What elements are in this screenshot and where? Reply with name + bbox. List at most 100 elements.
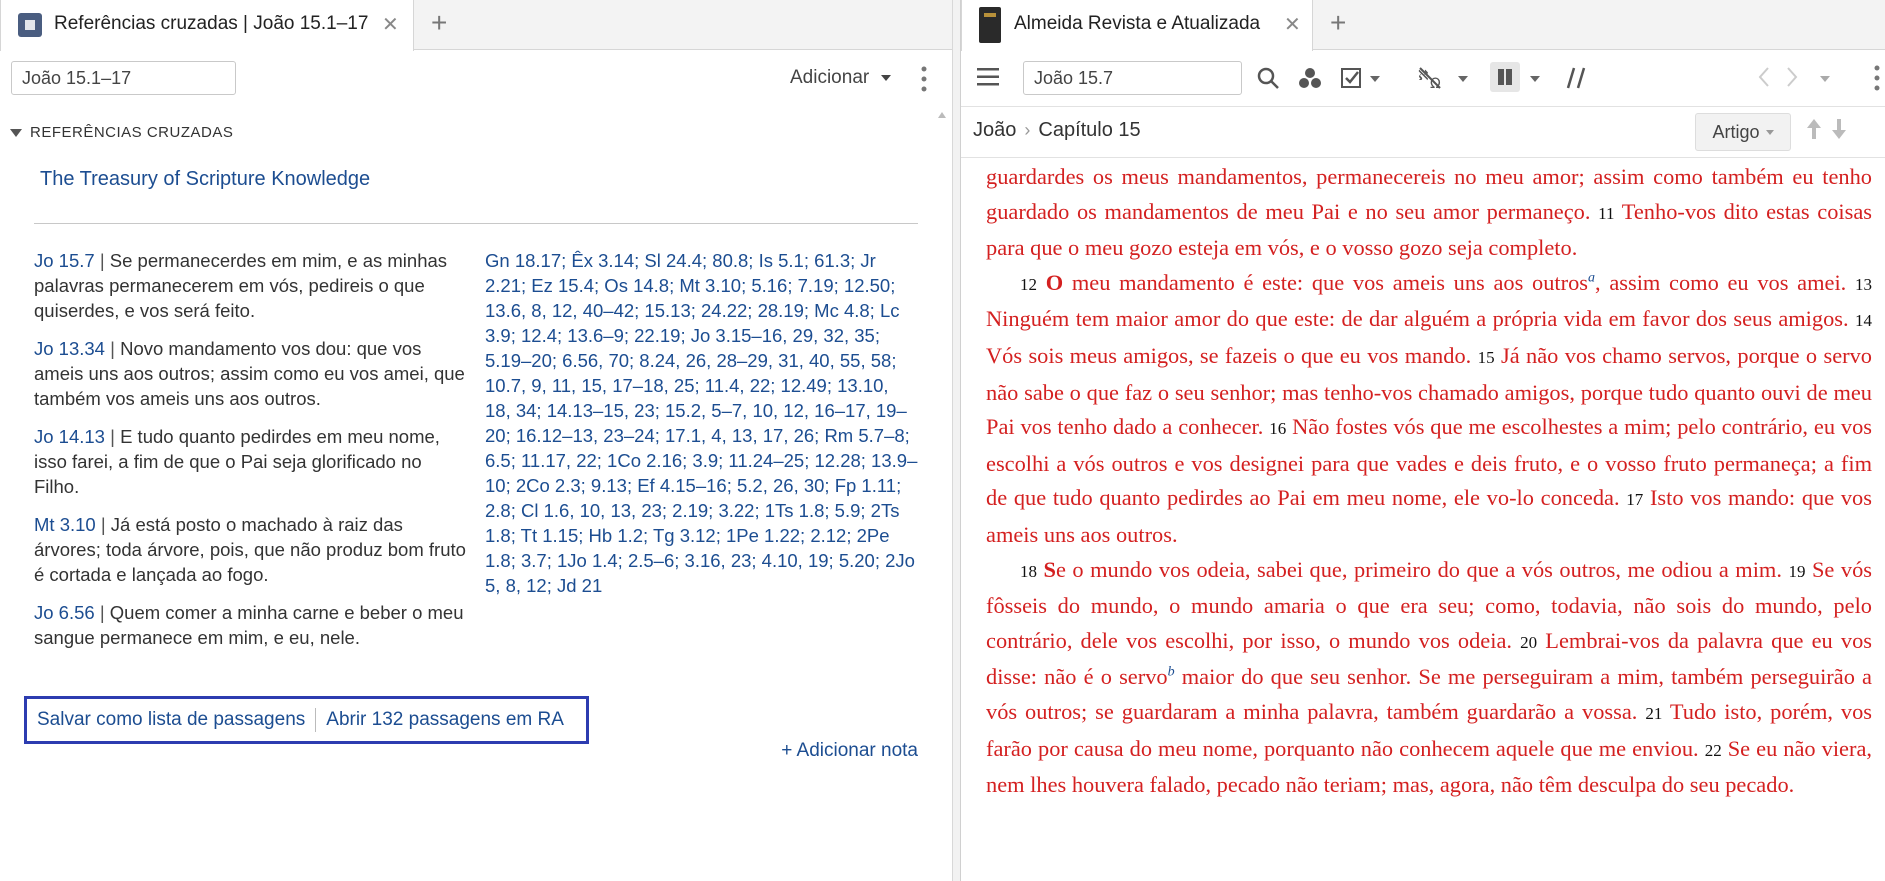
divider (961, 157, 1885, 158)
panel-icon (18, 13, 42, 37)
reference-input[interactable]: João 15.1–17 (11, 61, 236, 95)
interlinear-icon[interactable]: ℵΩ (1418, 66, 1444, 95)
drop-letter: S (1043, 556, 1056, 582)
more-options-icon[interactable] (921, 66, 927, 92)
scroll-up-icon[interactable] (938, 112, 946, 118)
verse-text: , assim como eu vos amei. (1595, 269, 1847, 295)
close-icon[interactable]: ✕ (1284, 12, 1301, 37)
add-tab-icon[interactable]: + (431, 9, 447, 37)
list-item: Jo 14.13 | E tudo quanto pedirdes em meu… (34, 424, 472, 499)
parallel-view-icon[interactable] (1490, 62, 1520, 92)
reference-text: Quem comer a minha carne e beber o meu s… (34, 602, 464, 648)
arrow-up-icon[interactable] (1806, 118, 1822, 146)
list-item: Mt 3.10 | Já está posto o machado à raiz… (34, 512, 472, 587)
separator: | (99, 602, 105, 623)
verse-number[interactable]: 15 (1478, 348, 1495, 367)
verse-number[interactable]: 22 (1705, 741, 1722, 760)
tab-bible[interactable]: Almeida Revista e Atualizada ✕ (961, 0, 1313, 51)
verse-text: Vós sois meus amigos, se fazeis o que eu… (986, 342, 1472, 368)
menu-icon[interactable] (977, 68, 999, 91)
verse-number[interactable]: 11 (1598, 204, 1614, 223)
bible-text: guardardes os meus mandamentos, permanec… (986, 160, 1872, 803)
breadcrumb: João › Capítulo 15 (973, 119, 1141, 142)
right-tab-strip: Almeida Revista e Atualizada ✕ + (961, 0, 1885, 51)
verse-number[interactable]: 20 (1520, 633, 1537, 652)
collapse-triangle-icon (10, 128, 22, 137)
more-options-icon[interactable] (1874, 65, 1880, 96)
section-header-label: REFERÊNCIAS CRUZADAS (30, 124, 234, 141)
close-icon[interactable]: ✕ (382, 12, 399, 37)
reference-link[interactable]: Jo 13.34 (34, 338, 105, 359)
drop-letter: O (1045, 269, 1064, 295)
section-header[interactable]: REFERÊNCIAS CRUZADAS (10, 124, 233, 141)
reference-text: Se permanecerdes em mim, e as minhas pal… (34, 250, 448, 321)
tab-cross-references[interactable]: Referências cruzadas | João 15.1–17 ✕ (0, 0, 414, 51)
tab-title: Almeida Revista e Atualizada (1014, 13, 1261, 34)
reference-link[interactable]: Jo 15.7 (34, 250, 95, 271)
breadcrumb-book[interactable]: João (973, 119, 1016, 142)
chevron-down-icon[interactable] (1458, 76, 1468, 82)
list-item: Jo 6.56 | Quem comer a minha carne e beb… (34, 600, 472, 650)
reference-input[interactable]: João 15.7 (1023, 61, 1242, 95)
verse-number[interactable]: 16 (1269, 419, 1286, 438)
reference-link[interactable]: Jo 6.56 (34, 602, 95, 623)
chevron-down-icon[interactable] (1370, 76, 1380, 82)
separator: | (100, 514, 106, 535)
arrow-down-icon[interactable] (1831, 118, 1847, 146)
cross-reference-list: Jo 15.7 | Se permanecerdes em mim, e as … (34, 248, 472, 663)
view-mode-button[interactable]: Artigo (1695, 113, 1791, 151)
add-button[interactable]: Adicionar (790, 67, 891, 89)
list-item: Jo 13.34 | Novo mandamento vos dou: que … (34, 336, 472, 411)
pane-splitter[interactable] (953, 0, 961, 881)
verse-number[interactable]: 18 (1020, 562, 1037, 581)
add-note-button[interactable]: + Adicionar nota (781, 740, 918, 762)
verse-text: e o mundo vos odeia, sabei que, primeiro… (1055, 556, 1782, 582)
verse-number[interactable]: 21 (1645, 704, 1662, 723)
chevron-down-icon (1765, 129, 1774, 135)
breadcrumb-chapter[interactable]: Capítulo 15 (1038, 119, 1140, 142)
separator: | (110, 338, 115, 359)
paragraph: 12 O meu mandamento é este: que vos amei… (986, 266, 1872, 553)
forward-arrow-icon[interactable] (1786, 66, 1798, 93)
verse-number[interactable]: 12 (1020, 275, 1037, 294)
reading-plan-icon[interactable] (1340, 66, 1364, 95)
chevron-down-icon[interactable] (1530, 76, 1540, 82)
back-arrow-icon[interactable] (1758, 66, 1770, 93)
passage-actions: Salvar como lista de passagens Abrir 132… (24, 696, 589, 744)
reference-link[interactable]: Jo 14.13 (34, 426, 105, 447)
footnote-marker[interactable]: a (1588, 270, 1595, 285)
breadcrumb-separator: › (1024, 120, 1031, 140)
bible-toolbar: João 15.7 ℵΩ (961, 51, 1885, 107)
save-passage-list-button[interactable]: Salvar como lista de passagens (27, 709, 315, 731)
left-tab-strip: Referências cruzadas | João 15.1–17 ✕ + (0, 0, 952, 51)
separator: | (110, 426, 115, 447)
paragraph: guardardes os meus mandamentos, permanec… (986, 160, 1872, 266)
footnote-marker[interactable]: b (1168, 665, 1175, 680)
divider (34, 223, 918, 224)
verse-text: Ninguém tem maior amor do que este: de d… (986, 306, 1849, 332)
paragraph: 18 Se o mundo vos odeia, sabei que, prim… (986, 553, 1872, 803)
list-item: Jo 15.7 | Se permanecerdes em mim, e as … (34, 248, 472, 323)
verse-number[interactable]: 19 (1788, 562, 1805, 581)
reference-link[interactable]: Mt 3.10 (34, 514, 96, 535)
source-title-link[interactable]: The Treasury of Scripture Knowledge (40, 168, 370, 191)
visual-filters-icon[interactable] (1298, 66, 1322, 95)
chevron-down-icon (880, 74, 891, 81)
reference-block-links[interactable]: Gn 18.17; Êx 3.14; Sl 24.4; 80.8; Is 5.1… (485, 248, 918, 598)
view-mode-label: Artigo (1712, 121, 1760, 142)
verse-number[interactable]: 13 (1855, 275, 1872, 294)
separator: | (99, 250, 105, 271)
verse-number[interactable]: 14 (1855, 311, 1872, 330)
tab-title: Referências cruzadas | João 15.1–17 (54, 13, 369, 34)
verse-number[interactable]: 17 (1626, 490, 1643, 509)
verse-text: meu mandamento é este: que vos ameis uns… (1063, 269, 1589, 295)
search-icon[interactable] (1256, 66, 1280, 95)
history-dropdown-icon[interactable] (1820, 76, 1830, 82)
parallel-resources-icon[interactable] (1565, 66, 1587, 95)
bible-panel: Almeida Revista e Atualizada ✕ + João 15… (961, 0, 1885, 881)
add-tab-icon[interactable]: + (1330, 9, 1346, 37)
cross-references-panel: Referências cruzadas | João 15.1–17 ✕ + … (0, 0, 953, 881)
book-cover-icon (979, 7, 1001, 43)
reference-text: Já está posto o machado à raiz das árvor… (34, 514, 466, 585)
open-passages-button[interactable]: Abrir 132 passagens em RA (316, 709, 574, 731)
